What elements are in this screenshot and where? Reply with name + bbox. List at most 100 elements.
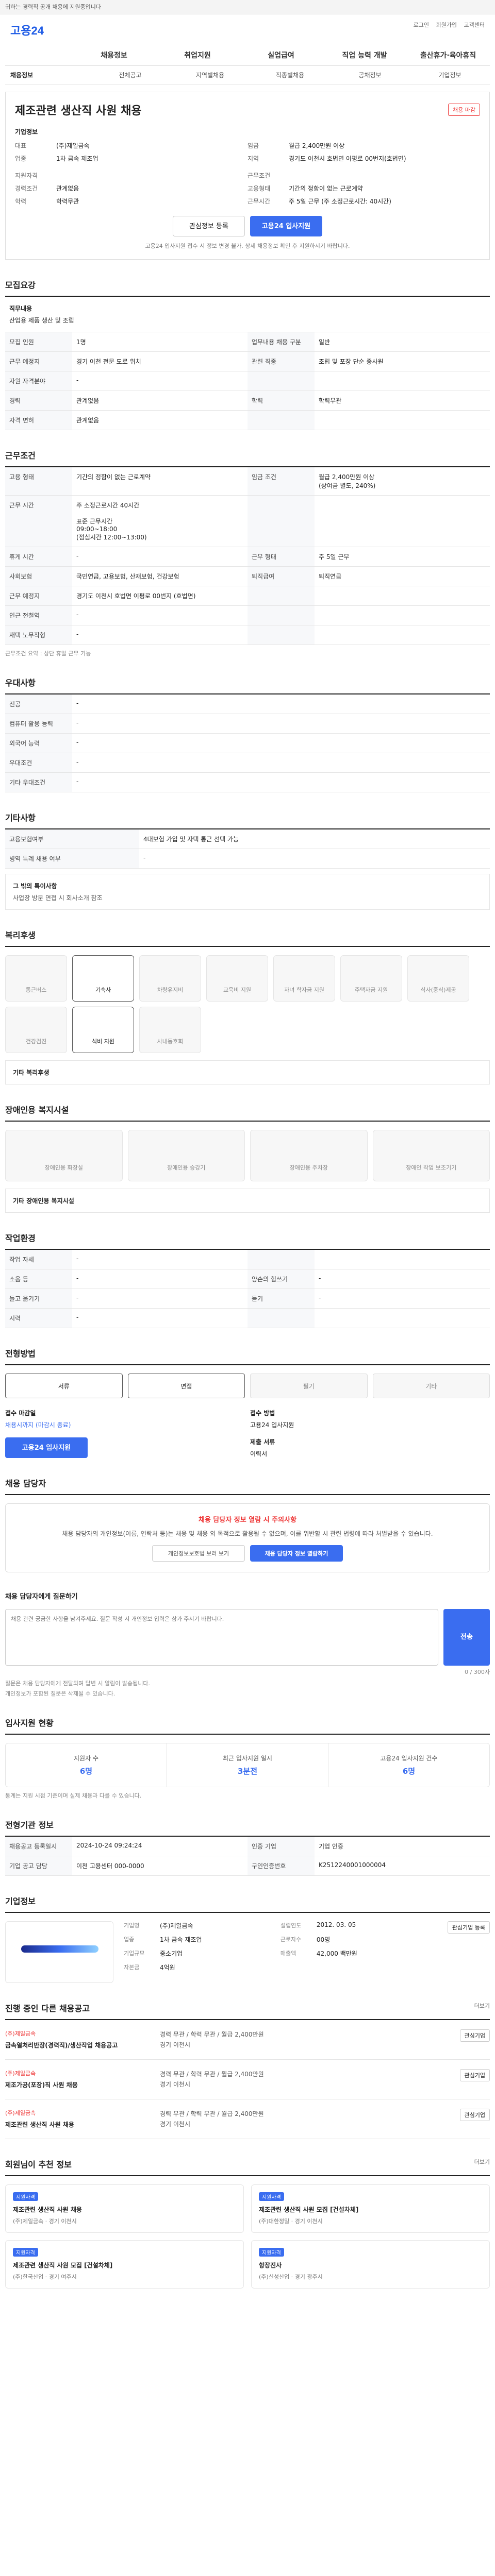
- recommend-more-link[interactable]: 더보기: [474, 2158, 490, 2170]
- job-detail: 경력 무관 / 학력 무관 / 월급 2,400만원 경기 이천시: [160, 2069, 428, 2090]
- apply-button[interactable]: 고용24 입사지원: [250, 216, 322, 236]
- corp-found: 2012. 03. 05: [316, 1921, 356, 1928]
- qa-send-button[interactable]: 전송: [443, 1609, 490, 1666]
- row-label-2: [248, 1250, 315, 1269]
- alert-text: 채용 담당자의 개인정보(이름, 연락처 등)는 채용 및 채용 외 목적으로 …: [62, 1530, 433, 1537]
- table-row: 시력 -: [5, 1308, 490, 1328]
- section-title: 기타사항: [5, 813, 36, 823]
- row-value-2: 기업 인증: [315, 1837, 490, 1856]
- recommend-card[interactable]: 지원자격 제조관련 생산직 사원 모집 [건설차체] (주)한국산업 · 경기 여주…: [5, 2240, 244, 2289]
- corp-fav-button[interactable]: 관심기업 등록: [447, 1921, 490, 1934]
- subnav-open[interactable]: 공채정보: [330, 66, 410, 84]
- job-fav-button[interactable]: 관심기업: [459, 2029, 490, 2042]
- scrap-button[interactable]: 관심정보 등록: [173, 216, 245, 236]
- table-row: 모집 인원 1명 업무내용 채용 구분 일반: [5, 332, 490, 352]
- row-value: 국민연금, 고용보험, 산재보험, 건강보험: [72, 566, 248, 586]
- wage-value: 월급 2,400만원 이상: [289, 142, 345, 149]
- corp-section: 기업정보 기업명 (주)제일금속 설립연도 2012. 03. 05 업종 1차 금속…: [5, 1894, 490, 1983]
- nav-item-support[interactable]: 취업지원: [156, 45, 239, 65]
- subnav-job[interactable]: 직종별채용: [250, 66, 330, 84]
- subnav-company[interactable]: 기업정보: [410, 66, 490, 84]
- row-label-2: [248, 625, 315, 645]
- recommend-title[interactable]: 제조관련 생산직 사원 모집 [건설차체]: [259, 2205, 482, 2214]
- table-row: 들고 옮기기 - 듣기 -: [5, 1289, 490, 1309]
- table-row: 작업 자세 -: [5, 1250, 490, 1269]
- apply-button-2[interactable]: 고용24 입사지원: [5, 1437, 88, 1458]
- qa-input[interactable]: [5, 1609, 438, 1666]
- corp-cap: 4억원: [160, 1964, 175, 1971]
- recommend-sub: (주)대한정밀 · 경기 이천시: [259, 2218, 323, 2225]
- etc-section: 기타사항 고용보험여부 4대보험 가입 및 자택 통근 선택 가능 병역 특례 채용…: [5, 811, 490, 910]
- recommend-title[interactable]: 제조관련 생산직 사원 채용: [13, 2205, 236, 2214]
- row-value: -: [72, 1269, 248, 1289]
- workenv-section: 작업환경 작업 자세 - 소음 등 - 양손의 힘쓰기 - 들고 옮기기 - 듣기 - 시력 -: [5, 1231, 490, 1328]
- recommend-card[interactable]: 지원자격 제조관련 생산직 사원 모집 [건설차체] (주)대한정밀 · 경기 이천…: [251, 2184, 490, 2233]
- recommend-tag: 지원자격: [259, 2248, 284, 2257]
- company-info: 대표 (주)제일금속 임금 월급 2,400만원 이상 업종 1차 금속 제조업 지역…: [15, 141, 480, 163]
- row-value-2: [315, 605, 490, 625]
- subnav-region[interactable]: 지역별채용: [170, 66, 250, 84]
- recommend-sub: (주)한국산업 · 경기 여주시: [13, 2274, 77, 2280]
- header-links: 로그인 회원가입 고객센터: [408, 21, 485, 29]
- job-cond: 경력 무관 / 학력 무관 / 월급 2,400만원: [160, 2031, 264, 2038]
- recommend-title[interactable]: 제조관련 생산직 사원 모집 [건설차체]: [13, 2261, 236, 2269]
- row-value: -: [72, 772, 490, 792]
- workenv-table: 작업 자세 - 소음 등 - 양손의 힘쓰기 - 들고 옮기기 - 듣기 - 시력 -: [5, 1250, 490, 1328]
- qa-section: 채용 담당자에게 질문하기 전송 0 / 300자 질문은 채용 담당자에게 전…: [5, 1591, 490, 1698]
- welfare-item: 주택자금 지원: [340, 955, 402, 1002]
- section-title: 진행 중인 다른 채용공고: [5, 2004, 90, 2013]
- job-fav-button[interactable]: 관심기업: [459, 2069, 490, 2081]
- recommend-card[interactable]: 지원자격 제조관련 생산직 사원 채용 (주)제일금속 · 경기 이천시: [5, 2184, 244, 2233]
- job-title[interactable]: 제조가공(포장)직 사원 채용: [5, 2080, 160, 2089]
- welfare-item: 사내동호회: [139, 1007, 201, 1053]
- privacy-law-button[interactable]: 개인정보보호법 보러 보기: [152, 1545, 245, 1562]
- stat-apply-count: 고용24 입사지원 건수 6명: [380, 1755, 438, 1776]
- job-title[interactable]: 금속열처리반장(경력직)/생산작업 채용공고: [5, 2041, 160, 2049]
- row-value: -: [139, 849, 490, 869]
- table-row: 소음 등 - 양손의 힘쓰기 -: [5, 1269, 490, 1289]
- nav-item-benefit[interactable]: 실업급여: [239, 45, 323, 65]
- subnav-all[interactable]: 전체공고: [90, 66, 170, 84]
- job-row[interactable]: (주)제일금속 제조가공(포장)직 사원 채용 경력 무관 / 학력 무관 / 월급…: [5, 2060, 490, 2099]
- stat-recent: 최근 입사지원 일시 3분전: [167, 1743, 328, 1787]
- help-link[interactable]: 고객센터: [464, 22, 485, 28]
- recruit-section: 모집요강 직무내용 산업용 제품 생산 및 조립 모집 인원 1명 업무내용 채용 …: [5, 278, 490, 430]
- job-row[interactable]: (주)제일금속 제조관련 생산직 사원 채용 경력 무관 / 학력 무관 / 월급 …: [5, 2099, 490, 2139]
- job-title[interactable]: 제조관련 생산직 사원 채용: [5, 2120, 160, 2129]
- row-label-2: 관련 직종: [248, 351, 315, 371]
- row-value: -: [72, 714, 490, 734]
- table-row: 기타 우대조건 -: [5, 772, 490, 792]
- corp-emp: 00명: [316, 1936, 331, 1943]
- jobs-more-link[interactable]: 더보기: [474, 2002, 490, 2014]
- recommend-card[interactable]: 지원자격 항장진사 (주)신성산업 · 경기 광주시: [251, 2240, 490, 2289]
- row-label: 소음 등: [5, 1269, 72, 1289]
- row-label: 외국어 능력: [5, 733, 72, 753]
- row-value-2: 주 5일 근무: [315, 547, 490, 567]
- job-fav-button[interactable]: 관심기업: [459, 2109, 490, 2121]
- qa-note-2: 개인정보가 포함된 질문은 삭제될 수 있습니다.: [5, 1690, 116, 1697]
- section-title: 기업정보: [5, 1896, 36, 1906]
- nav-item-training[interactable]: 직업 능력 개발: [323, 45, 406, 65]
- login-link[interactable]: 로그인: [414, 22, 429, 28]
- industry-value: 1차 금속 제조업: [56, 155, 98, 162]
- nav-item-leave[interactable]: 출산휴가·육아휴직: [406, 45, 490, 65]
- logo[interactable]: 고용24: [10, 22, 44, 38]
- job-row[interactable]: (주)제일금속 금속열처리반장(경력직)/생산작업 채용공고 경력 무관 / 학력 …: [5, 2020, 490, 2060]
- welfare-section: 복리후생 통근버스 기숙사 차량유지비 교육비 지원 자녀 학자금 지원 주택자금 지원 식…: [5, 928, 490, 1084]
- signup-link[interactable]: 회원가입: [436, 22, 457, 28]
- row-label-2: [248, 586, 315, 606]
- row-value: 관계없음: [72, 391, 248, 411]
- row-value-2: [315, 410, 490, 430]
- jobs-section: 진행 중인 다른 채용공고 더보기 (주)제일금속 금속열처리반장(경력직)/생산작…: [5, 2002, 490, 2139]
- corp-biz: 1차 금속 제조업: [160, 1936, 202, 1943]
- prefer-section: 우대사항 전공 - 컴퓨터 활용 능력 - 외국어 능력 - 우대조건 - 기타 우대조건 -: [5, 676, 490, 792]
- recommend-title[interactable]: 항장진사: [259, 2261, 482, 2269]
- job-detail: 경력 무관 / 학력 무관 / 월급 2,400만원 경기 이천시: [160, 2109, 428, 2129]
- view-manager-button[interactable]: 채용 담당자 정보 열람하기: [250, 1545, 343, 1562]
- subnav-title[interactable]: 채용정보: [5, 66, 90, 84]
- nav-item-jobs[interactable]: 채용정보: [72, 45, 156, 65]
- table-row: 사회보험 국민연금, 고용보험, 산재보험, 건강보험 퇴직급여 퇴직연금: [5, 566, 490, 586]
- table-row: 경력 관계없음 학력 학력무관: [5, 391, 490, 411]
- table-row: 자원 자격분야 -: [5, 371, 490, 391]
- company-name: (주)제일금속: [56, 142, 90, 149]
